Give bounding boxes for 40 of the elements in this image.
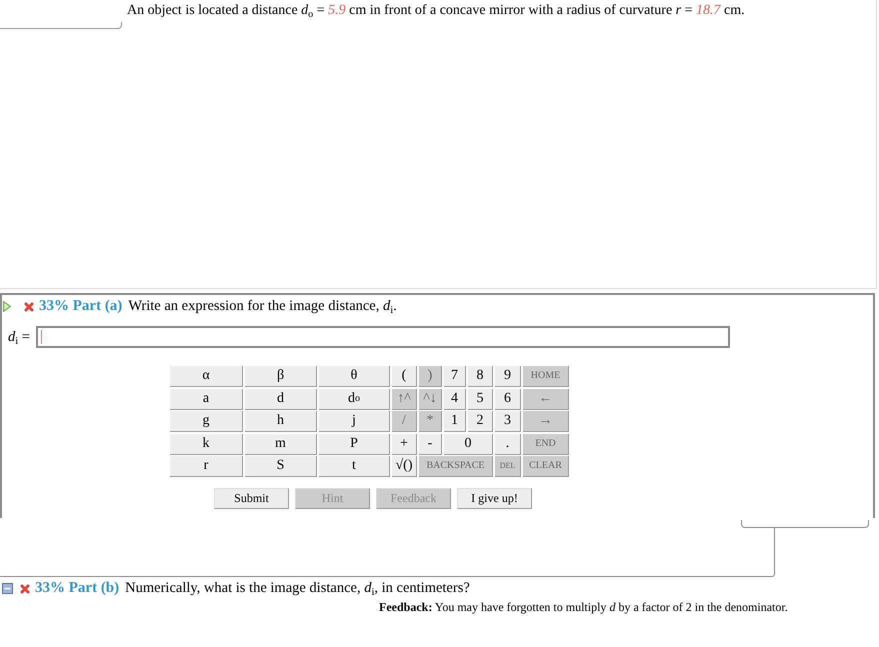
part-title: 33% Part (a) — [39, 298, 122, 315]
answer-field[interactable] — [36, 326, 730, 348]
keypad-key[interactable]: β — [245, 366, 317, 387]
keypad-key[interactable]: 0 — [444, 434, 493, 454]
keypad-key[interactable]: θ — [319, 366, 390, 387]
answer-label: d$_{i}$ = — [8, 328, 30, 346]
keypad-key[interactable]: r — [170, 456, 243, 477]
keypad-key[interactable]: P — [319, 434, 390, 454]
keypad-key[interactable]: S — [245, 456, 317, 477]
question-text: Write an expression for the image distance, d$_{i}$. — [128, 298, 397, 315]
minus-box-icon[interactable] — [2, 583, 13, 594]
keypad-key[interactable]: a — [170, 388, 243, 410]
question-text: Numerically, what is the image distance, d$_{i}$, in centimeters? — [125, 580, 470, 597]
keypad-key[interactable]: d — [245, 388, 317, 410]
keypad-key[interactable]: 9 — [495, 366, 521, 387]
keypad-key[interactable]: + — [392, 434, 417, 454]
submit-button[interactable]: Submit — [214, 488, 289, 509]
keypad-key[interactable]: h — [245, 411, 317, 432]
keypad-key[interactable]: 8 — [468, 366, 493, 387]
keypad-key[interactable]: k — [170, 434, 243, 454]
give-up-button[interactable]: I give up! — [457, 488, 532, 509]
keypad-key[interactable]: α — [170, 366, 243, 387]
keypad-key[interactable]: 3 — [495, 411, 521, 432]
keypad-key[interactable]: m — [245, 434, 317, 454]
keypad-key[interactable]: - — [419, 434, 442, 454]
part-title: 33% Part (b) — [35, 580, 120, 597]
keypad-key[interactable]: 1 — [444, 411, 466, 432]
keypad-key[interactable]: . — [495, 434, 521, 454]
keypad-key[interactable]: 6 — [495, 388, 521, 410]
feedback-text: Feedback: You may have forgotten to multiply d by a factor of 2 in the denominator. — [379, 600, 789, 615]
keypad-key[interactable]: 4 — [444, 388, 466, 410]
keypad-key[interactable]: ( — [392, 366, 417, 387]
keypad-key[interactable]: 2 — [468, 411, 493, 432]
keypad-key[interactable]: 5 — [468, 388, 493, 410]
keypad-key[interactable]: g — [170, 411, 243, 432]
keypad-key[interactable]: √() — [392, 456, 417, 477]
keypad-key[interactable]: t — [319, 456, 390, 477]
keypad-key[interactable]: j — [319, 411, 390, 432]
problem-statement: An object is located a distance d$_{o}$ = 5.9 cm in front of a concave mirror with a radius of curvature r = 18.7 cm. — [127, 3, 745, 19]
keypad-key[interactable]: 7 — [444, 366, 466, 387]
